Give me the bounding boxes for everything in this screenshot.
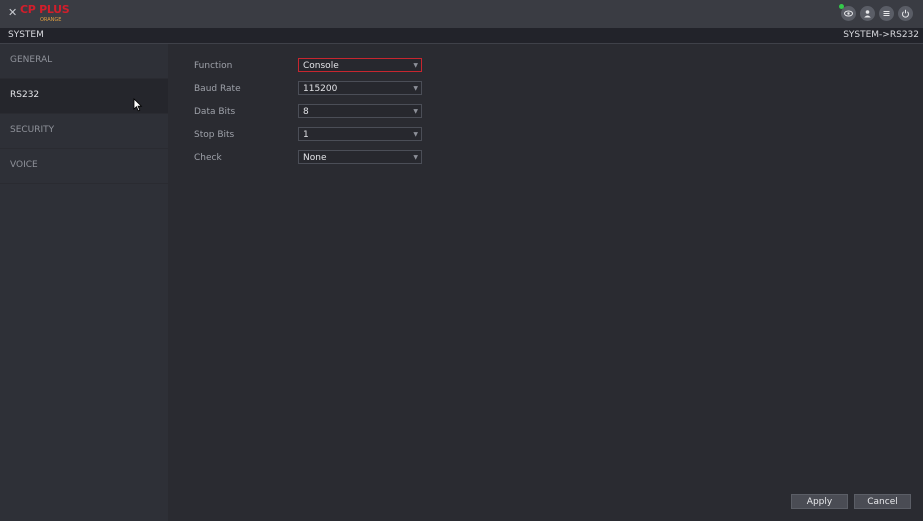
check-value: None xyxy=(303,153,327,163)
function-label: Function xyxy=(194,61,233,71)
top-bar: ✕ CP PLUS ORANGE xyxy=(0,0,923,28)
stop-bits-select[interactable]: 1 ▼ xyxy=(298,127,422,141)
check-select[interactable]: None ▼ xyxy=(298,150,422,164)
monitor-icon[interactable] xyxy=(839,4,856,21)
breadcrumb: SYSTEM->RS232 xyxy=(843,30,919,40)
menu-icon[interactable] xyxy=(879,6,894,21)
brand-logo: ✕ CP PLUS ORANGE xyxy=(8,4,78,24)
data-bits-select[interactable]: 8 ▼ xyxy=(298,104,422,118)
data-bits-label: Data Bits xyxy=(194,107,236,117)
apply-button[interactable]: Apply xyxy=(791,494,848,509)
title-bar: SYSTEM SYSTEM->RS232 xyxy=(0,28,923,44)
chevron-down-icon: ▼ xyxy=(413,108,418,115)
sidebar-item-general[interactable]: GENERAL xyxy=(0,44,168,79)
chevron-down-icon: ▼ xyxy=(413,62,418,69)
function-value: Console xyxy=(303,61,339,71)
logo-mark-icon: ✕ xyxy=(8,6,18,19)
chevron-down-icon: ▼ xyxy=(413,154,418,161)
chevron-down-icon: ▼ xyxy=(413,131,418,138)
stop-bits-label: Stop Bits xyxy=(194,130,235,140)
function-row: Function Console ▼ xyxy=(194,58,454,74)
check-row: Check None ▼ xyxy=(194,150,454,166)
cancel-button[interactable]: Cancel xyxy=(854,494,911,509)
baud-rate-row: Baud Rate 115200 ▼ xyxy=(194,81,454,97)
power-icon[interactable] xyxy=(898,6,913,21)
stop-bits-row: Stop Bits 1 ▼ xyxy=(194,127,454,143)
logo-brand-text: CP PLUS xyxy=(20,3,70,16)
sidebar: GENERAL RS232 SECURITY VOICE xyxy=(0,44,168,521)
baud-rate-label: Baud Rate xyxy=(194,84,241,94)
function-select[interactable]: Console ▼ xyxy=(298,58,422,72)
logo-sub-text: ORANGE xyxy=(40,17,62,23)
chevron-down-icon: ▼ xyxy=(413,85,418,92)
check-label: Check xyxy=(194,153,222,163)
data-bits-row: Data Bits 8 ▼ xyxy=(194,104,454,120)
stop-bits-value: 1 xyxy=(303,130,309,140)
mouse-cursor-icon xyxy=(133,98,143,112)
main-content: Function Console ▼ Baud Rate 115200 ▼ Da… xyxy=(168,44,923,521)
user-icon[interactable] xyxy=(860,6,875,21)
top-icons xyxy=(839,4,913,21)
sidebar-item-security[interactable]: SECURITY xyxy=(0,114,168,149)
baud-rate-value: 115200 xyxy=(303,84,338,94)
page-title: SYSTEM xyxy=(8,30,44,40)
data-bits-value: 8 xyxy=(303,107,309,117)
sidebar-item-voice[interactable]: VOICE xyxy=(0,149,168,184)
baud-rate-select[interactable]: 115200 ▼ xyxy=(298,81,422,95)
